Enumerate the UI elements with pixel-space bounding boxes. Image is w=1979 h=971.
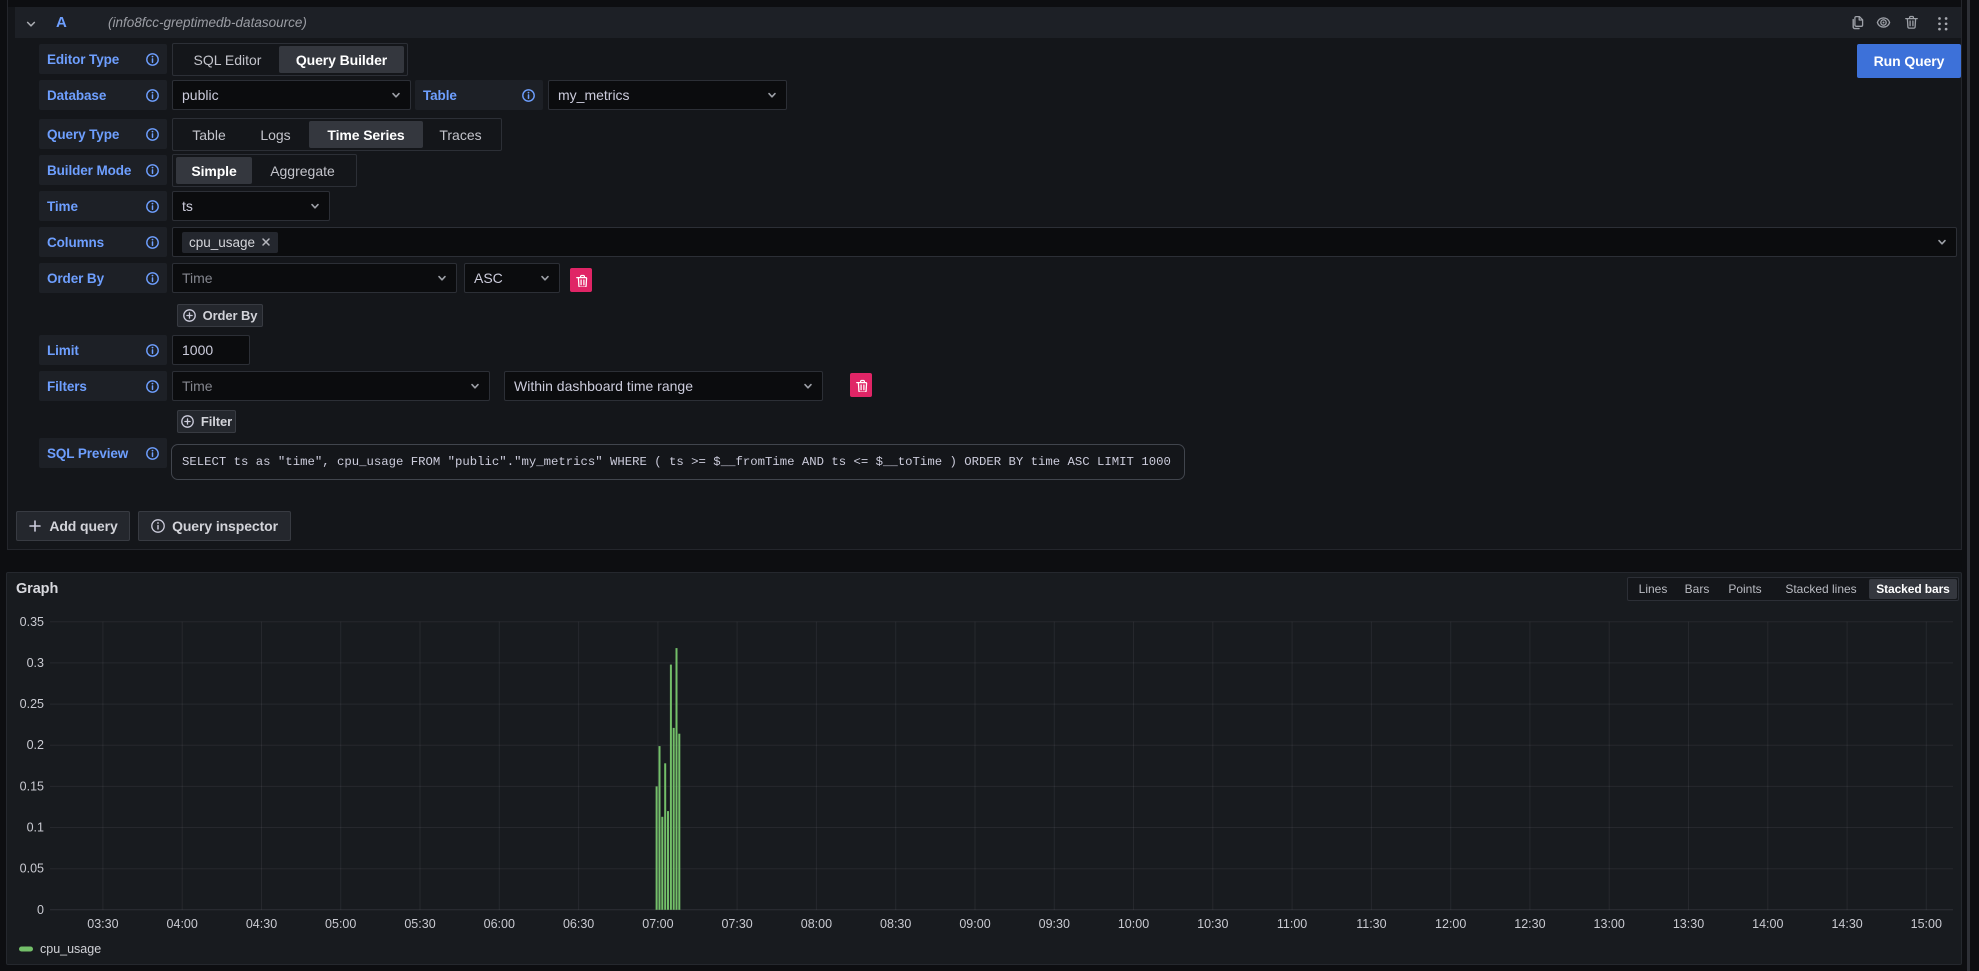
svg-text:04:30: 04:30 — [246, 917, 277, 931]
svg-text:09:30: 09:30 — [1039, 917, 1070, 931]
svg-text:08:30: 08:30 — [880, 917, 911, 931]
svg-text:07:30: 07:30 — [721, 917, 752, 931]
svg-text:11:30: 11:30 — [1356, 917, 1386, 931]
svg-text:14:00: 14:00 — [1752, 917, 1783, 931]
svg-text:08:00: 08:00 — [801, 917, 832, 931]
svg-text:06:00: 06:00 — [484, 917, 515, 931]
svg-text:15:00: 15:00 — [1911, 917, 1942, 931]
svg-text:11:00: 11:00 — [1277, 917, 1307, 931]
svg-text:14:30: 14:30 — [1831, 917, 1862, 931]
svg-text:12:00: 12:00 — [1435, 917, 1466, 931]
svg-text:04:00: 04:00 — [167, 917, 198, 931]
svg-text:10:00: 10:00 — [1118, 917, 1149, 931]
svg-text:06:30: 06:30 — [563, 917, 594, 931]
svg-text:10:30: 10:30 — [1197, 917, 1228, 931]
svg-text:cpu_usage: cpu_usage — [40, 942, 101, 956]
svg-text:12:30: 12:30 — [1514, 917, 1545, 931]
svg-text:0.15: 0.15 — [20, 779, 44, 793]
svg-text:0.3: 0.3 — [27, 656, 44, 670]
svg-text:09:00: 09:00 — [959, 917, 990, 931]
svg-text:13:00: 13:00 — [1594, 917, 1625, 931]
svg-text:0.1: 0.1 — [27, 821, 44, 835]
svg-text:0.25: 0.25 — [20, 697, 44, 711]
svg-text:13:30: 13:30 — [1673, 917, 1704, 931]
svg-text:0.2: 0.2 — [27, 738, 44, 752]
svg-text:07:00: 07:00 — [642, 917, 673, 931]
svg-text:03:30: 03:30 — [87, 917, 118, 931]
svg-text:05:00: 05:00 — [325, 917, 356, 931]
svg-text:0.05: 0.05 — [20, 862, 44, 876]
svg-text:05:30: 05:30 — [404, 917, 435, 931]
svg-text:0: 0 — [37, 903, 44, 917]
svg-text:0.35: 0.35 — [20, 615, 44, 629]
